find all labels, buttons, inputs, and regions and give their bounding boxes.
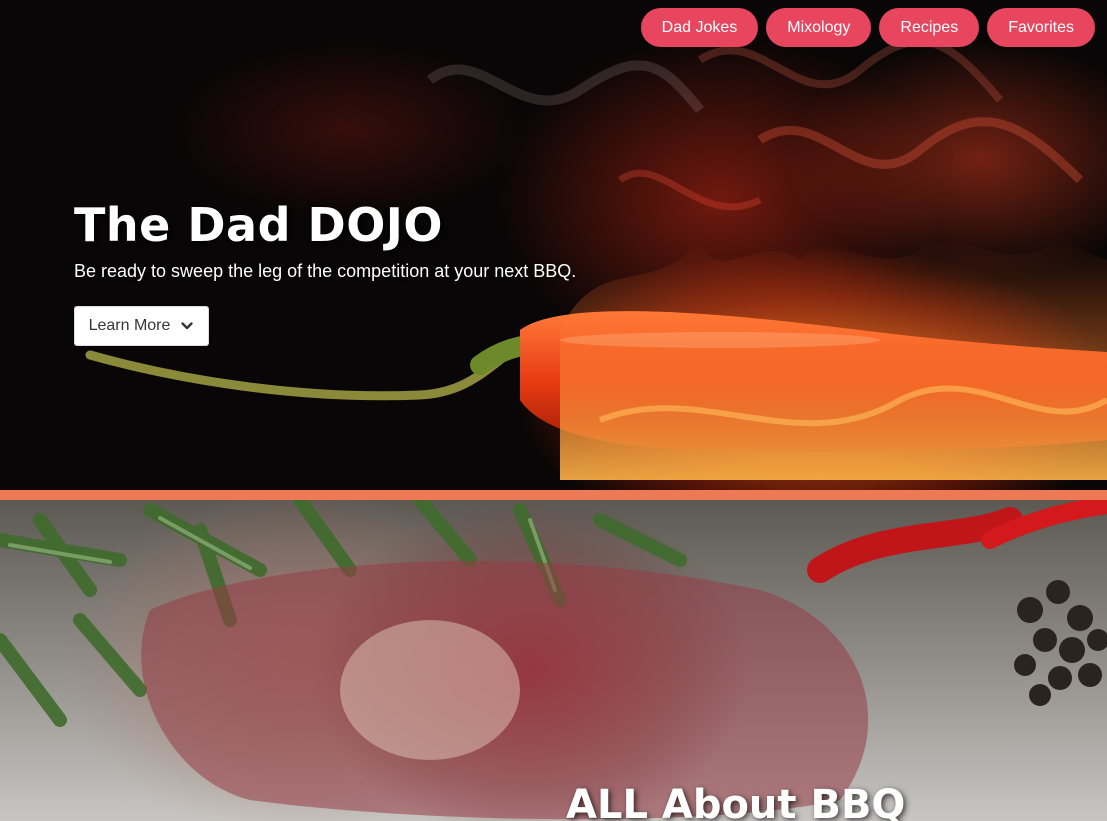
section-title: ALL About BBQ	[566, 782, 906, 821]
bbq-section: ALL About BBQ	[0, 500, 1107, 821]
nav-mixology-button[interactable]: Mixology	[766, 8, 872, 47]
learn-more-button[interactable]: Learn More	[74, 306, 209, 346]
nav-dad-jokes-button[interactable]: Dad Jokes	[640, 8, 759, 47]
nav-recipes-button[interactable]: Recipes	[879, 8, 980, 47]
nav-favorites-button[interactable]: Favorites	[987, 8, 1095, 47]
learn-more-label: Learn More	[88, 317, 171, 334]
bbq-background-image	[0, 500, 1107, 820]
chevron-down-icon	[181, 322, 194, 330]
hero-subtitle: Be ready to sweep the leg of the competi…	[74, 261, 577, 281]
section-divider	[0, 490, 1107, 500]
hero-section: The Dad DOJO Be ready to sweep the leg o…	[0, 0, 1107, 490]
page-title: The Dad DOJO	[74, 198, 444, 252]
top-nav: Dad Jokes Mixology Recipes Favorites	[640, 8, 1095, 47]
